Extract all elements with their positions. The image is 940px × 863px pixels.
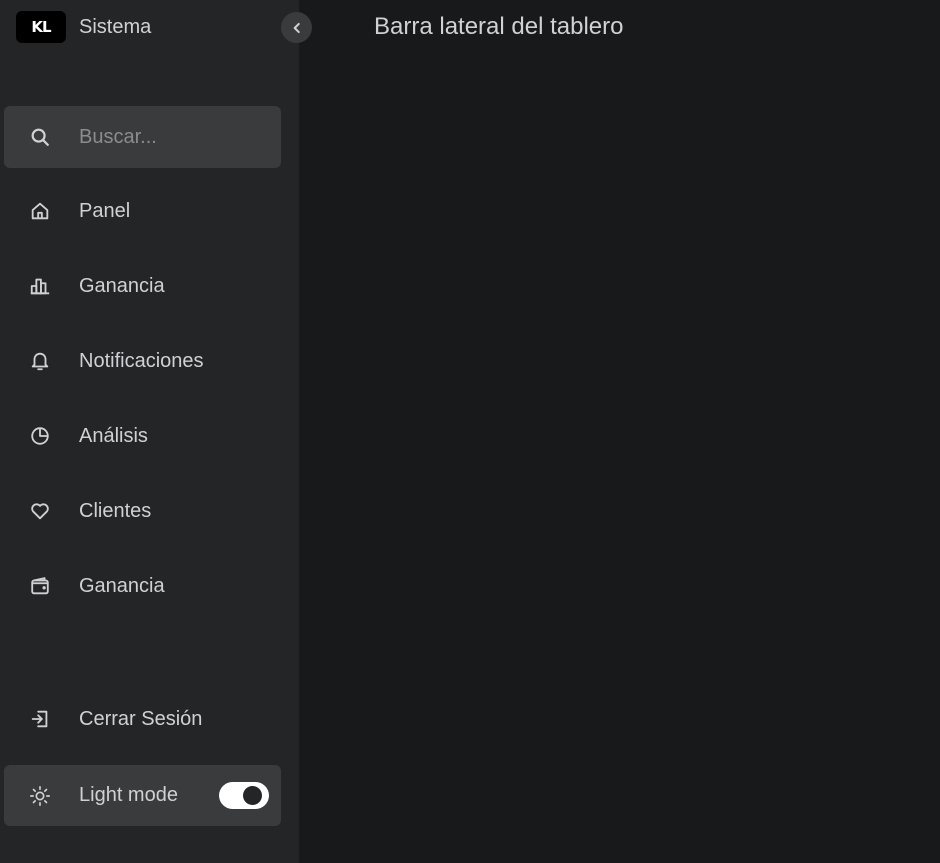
sidebar-item-label: Ganancia — [79, 574, 165, 597]
bell-icon — [28, 349, 52, 373]
search-input[interactable] — [79, 125, 259, 149]
light-mode-row: Light mode — [4, 765, 281, 826]
sidebar-item-label: Notificaciones — [79, 349, 204, 372]
bar-chart-icon — [28, 274, 52, 298]
brand: KL Sistema — [16, 11, 151, 43]
sidebar-item-ganancia[interactable]: Ganancia — [4, 255, 281, 317]
collapse-sidebar-button[interactable] — [281, 12, 312, 43]
home-icon — [28, 199, 52, 223]
app-window: KL Sistema Panel — [0, 0, 940, 863]
light-mode-label: Light mode — [79, 784, 178, 806]
search-icon — [28, 125, 52, 149]
logo: KL — [16, 11, 66, 43]
sidebar-item-label: Ganancia — [79, 274, 165, 297]
logout-button[interactable]: Cerrar Sesión — [4, 688, 281, 750]
chevron-left-icon — [290, 21, 304, 35]
sidebar: KL Sistema Panel — [0, 0, 299, 863]
pie-chart-icon — [28, 424, 52, 448]
sun-icon — [28, 784, 52, 808]
sidebar-item-label: Clientes — [79, 499, 152, 522]
wallet-icon — [28, 574, 52, 598]
search-box[interactable] — [4, 106, 281, 168]
sidebar-item-panel[interactable]: Panel — [4, 180, 281, 242]
logout-icon — [28, 707, 52, 731]
sidebar-item-label: Análisis — [79, 424, 148, 447]
sidebar-item-label: Panel — [79, 199, 131, 222]
sidebar-item-analisis[interactable]: Análisis — [4, 405, 281, 467]
heart-icon — [28, 499, 52, 523]
sidebar-item-ganancia-wallet[interactable]: Ganancia — [4, 555, 281, 617]
logout-label: Cerrar Sesión — [79, 707, 203, 730]
brand-name: Sistema — [79, 15, 152, 38]
toggle-knob — [243, 786, 262, 805]
sidebar-item-notificaciones[interactable]: Notificaciones — [4, 330, 281, 392]
page-title: Barra lateral del tablero — [374, 13, 624, 40]
light-mode-toggle[interactable] — [219, 782, 269, 809]
sidebar-item-clientes[interactable]: Clientes — [4, 480, 281, 542]
